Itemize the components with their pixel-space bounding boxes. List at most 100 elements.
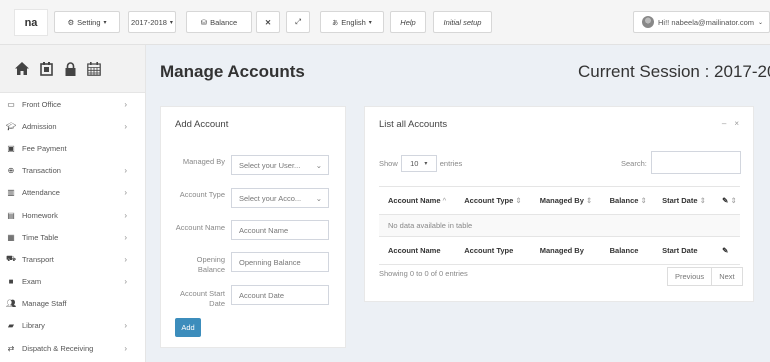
empty-message: No data available in table	[379, 214, 740, 237]
chevron-right-icon: ›	[124, 166, 127, 176]
book-icon: ■	[8, 277, 14, 287]
start-date-placeholder: Account Date	[239, 290, 285, 300]
search-label: Search:	[621, 159, 647, 168]
page-length-value: 10	[410, 159, 419, 168]
fullscreen-button[interactable]: ⤢	[286, 11, 310, 33]
pagination: Previous Next	[667, 267, 743, 286]
help-label: Help	[400, 17, 416, 27]
sidebar-item-front-office[interactable]: ▭ Front Office ›	[0, 93, 145, 115]
column-header-account-name[interactable]: Account Name ^	[379, 186, 456, 215]
account-name-placeholder: Account Name	[239, 225, 289, 235]
column-header-action[interactable]: ✎ ⇕	[713, 186, 740, 215]
column-header-start-date[interactable]: Start Date ⇕	[653, 186, 714, 215]
document-icon: ▤	[7, 210, 15, 220]
chevron-right-icon: ›	[124, 121, 127, 131]
sidebar-item-dispatch-receiving[interactable]: ⇄ Dispatch & Receiving ›	[0, 337, 145, 359]
column-label: Managed By	[539, 196, 584, 205]
opening-balance-placeholder: Openning Balance	[239, 257, 301, 267]
edit-icon: ✎	[722, 246, 729, 255]
avatar	[642, 16, 654, 28]
start-date-label: Account Start Date	[179, 289, 225, 308]
sidebar-item-label: Front Office	[22, 99, 62, 109]
chevron-right-icon: ›	[124, 254, 127, 264]
sidebar-item-admission[interactable]: 🎓︎ Admission ›	[0, 115, 145, 137]
sidebar-item-label: Attendance	[22, 188, 60, 198]
sidebar-item-label: Dispatch & Receiving	[22, 343, 94, 353]
calendar-icon: ▦	[7, 232, 15, 242]
grid-calendar-icon[interactable]	[86, 61, 102, 77]
caret-down-icon: ▾	[424, 161, 428, 167]
user-menu[interactable]: Hi!! nabeela@mailinator.com ⌄	[633, 11, 770, 33]
column-header-balance[interactable]: Balance ⇕	[600, 186, 654, 215]
sidebar-item-label: Transport	[22, 254, 54, 264]
language-dropdown[interactable]: あ English ▾	[320, 11, 384, 33]
account-type-label: Account Type	[179, 190, 225, 199]
account-name-label: Account Name	[175, 223, 225, 232]
collapse-icon[interactable]: –	[722, 119, 726, 128]
add-account-panel: Add Account Managed By Select your User.…	[160, 106, 346, 348]
brand-logo[interactable]: na	[14, 9, 48, 36]
lock-icon[interactable]	[62, 61, 78, 77]
home-icon[interactable]	[14, 61, 30, 77]
balance-button[interactable]: ⛁ Balance	[186, 11, 252, 33]
library-icon: ▰	[7, 321, 15, 331]
initial-setup-label: Initial setup	[443, 17, 482, 27]
page-length-control: Show 10 ▾ entries	[379, 155, 462, 172]
next-page-button[interactable]: Next	[711, 268, 741, 285]
calendar-icon[interactable]	[38, 61, 54, 77]
close-icon[interactable]: ×	[734, 119, 739, 128]
show-label: Show	[379, 159, 398, 168]
chevron-right-icon: ›	[124, 188, 127, 198]
bus-icon: ⛟	[6, 254, 17, 264]
column-header-managed-by[interactable]: Managed By ⇕	[530, 186, 601, 215]
sidebar-item-homework[interactable]: ▤ Homework ›	[0, 204, 145, 226]
managed-by-select[interactable]: Select your User... ⌄	[231, 155, 329, 175]
sort-icon: ⇕	[699, 196, 706, 205]
sidebar-item-label: Fee Payment	[22, 143, 67, 153]
opening-balance-input[interactable]: Openning Balance	[231, 252, 329, 272]
graduation-cap-icon: 🎓︎	[6, 121, 17, 131]
expand-icon: ⤢	[295, 17, 301, 26]
sidebar-quick-links	[0, 45, 145, 93]
sidebar: ▭ Front Office › 🎓︎ Admission › ▣ Fee Pa…	[0, 45, 146, 362]
compress-button[interactable]: ✕	[256, 11, 280, 33]
sidebar-item-transaction[interactable]: ⊕ Transaction ›	[0, 160, 145, 182]
sidebar-item-attendance[interactable]: ▥ Attendance ›	[0, 182, 145, 204]
caret-down-icon: ▾	[368, 19, 372, 26]
sidebar-item-label: Library	[22, 321, 45, 331]
sidebar-item-library[interactable]: ▰ Library ›	[0, 315, 145, 337]
list-accounts-title: List all Accounts	[379, 119, 448, 130]
chevron-right-icon: ›	[124, 277, 127, 287]
chevron-down-icon: ⌄	[315, 160, 322, 170]
sidebar-item-fee-payment[interactable]: ▣ Fee Payment	[0, 137, 145, 159]
sidebar-item-label: Time Table	[22, 232, 59, 242]
transaction-icon: ⊕	[7, 166, 15, 176]
sidebar-item-time-table[interactable]: ▦ Time Table ›	[0, 226, 145, 248]
session-dropdown[interactable]: 2017-2018 ▾	[128, 11, 176, 33]
footer-account-type: Account Type	[455, 236, 531, 265]
account-name-input[interactable]: Account Name	[231, 220, 329, 240]
footer-balance: Balance	[600, 236, 654, 265]
gear-icon: ⚙	[67, 17, 75, 27]
sidebar-item-manage-staff[interactable]: 👥︎ Manage Staff	[0, 293, 145, 315]
start-date-input[interactable]: Account Date	[231, 285, 329, 305]
sidebar-item-transport[interactable]: ⛟ Transport ›	[0, 248, 145, 270]
search-input[interactable]	[651, 151, 741, 174]
help-button[interactable]: Help	[390, 11, 426, 33]
table-row: No data available in table	[379, 214, 740, 237]
user-email: Hi!! nabeela@mailinator.com	[658, 17, 754, 27]
sidebar-item-exam[interactable]: ■ Exam ›	[0, 271, 145, 293]
add-button[interactable]: Add	[175, 318, 201, 337]
initial-setup-button[interactable]: Initial setup	[433, 11, 492, 33]
column-header-account-type[interactable]: Account Type ⇕	[455, 186, 531, 215]
exchange-icon: ⇄	[7, 343, 15, 353]
account-type-select[interactable]: Select your Acco... ⌄	[231, 188, 329, 208]
sort-asc-icon: ^	[442, 196, 447, 205]
previous-page-button[interactable]: Previous	[668, 268, 711, 285]
column-label: Account Type	[464, 196, 514, 205]
edit-icon: ✎	[722, 196, 729, 205]
setting-dropdown[interactable]: ⚙ Setting ▾	[54, 11, 120, 33]
chevron-right-icon: ›	[124, 321, 127, 331]
page-length-select[interactable]: 10 ▾	[400, 155, 437, 172]
managed-by-label: Managed By	[182, 157, 225, 166]
